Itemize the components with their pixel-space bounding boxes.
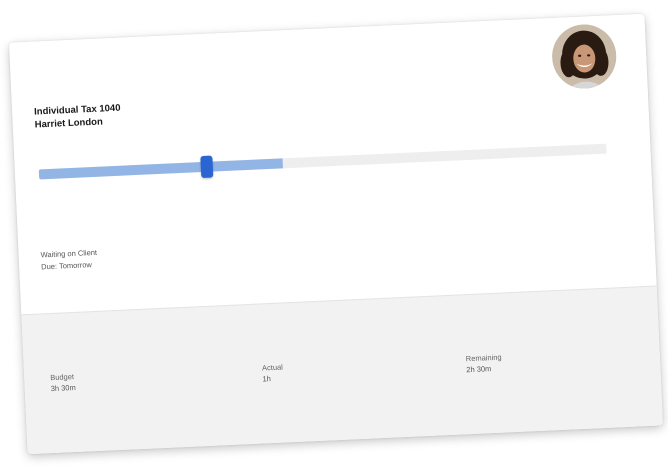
stage: Individual Tax 1040 Harriet London Waiti… xyxy=(0,0,668,470)
progress-slider[interactable] xyxy=(38,143,607,180)
avatar[interactable] xyxy=(550,23,618,90)
slider-fill xyxy=(38,158,284,180)
card-header-section: Individual Tax 1040 Harriet London Waiti… xyxy=(8,13,657,315)
job-title-block: Individual Tax 1040 Harriet London xyxy=(34,102,122,132)
budget-value: 3h 30m xyxy=(50,382,76,394)
job-card[interactable]: Individual Tax 1040 Harriet London Waiti… xyxy=(8,13,664,455)
actual-stat: Actual 1h xyxy=(262,362,284,385)
due-date-text: Due: Tomorrow xyxy=(40,260,93,272)
avatar-photo-icon xyxy=(550,23,618,90)
remaining-label: Remaining xyxy=(465,352,502,364)
budget-stat: Budget 3h 30m xyxy=(50,371,76,394)
client-name: Harriet London xyxy=(34,116,104,131)
remaining-stat: Remaining 2h 30m xyxy=(466,352,503,376)
remaining-value: 2h 30m xyxy=(466,364,492,375)
time-summary-section: Budget 3h 30m Actual 1h Remaining 2h 30m xyxy=(21,285,664,455)
actual-value: 1h xyxy=(262,374,272,384)
slider-thumb[interactable] xyxy=(199,155,213,179)
actual-label: Actual xyxy=(261,362,284,373)
status-block: Waiting on Client Due: Tomorrow xyxy=(40,247,97,274)
